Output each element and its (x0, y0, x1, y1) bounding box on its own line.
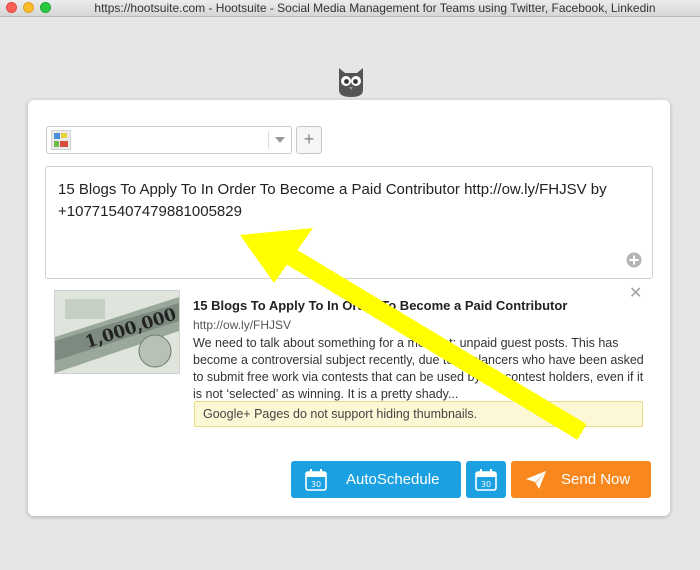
calendar-day-text: 30 (481, 480, 491, 489)
add-attachment-icon[interactable] (626, 252, 642, 268)
window-titlebar: https://hootsuite.com - Hootsuite - Soci… (0, 0, 700, 17)
minimize-window-button[interactable] (23, 2, 34, 13)
preview-thumbnail: 1,000,000 (54, 290, 180, 374)
send-now-label: Send Now (561, 471, 631, 488)
thumbnail-notice: Google+ Pages do not support hiding thum… (194, 401, 643, 427)
autoschedule-button[interactable]: 30 AutoSchedule (291, 461, 461, 498)
zoom-window-button[interactable] (40, 2, 51, 13)
compose-card: + 15 Blogs To Apply To In Order To Becom… (28, 100, 670, 516)
profile-selector[interactable] (46, 126, 292, 154)
paper-plane-icon (526, 471, 546, 489)
window-title: https://hootsuite.com - Hootsuite - Soci… (94, 1, 656, 15)
dollar-bill-image: 1,000,000 (55, 291, 179, 373)
preview-url: http://ow.ly/FHJSV (193, 318, 292, 332)
chevron-down-icon[interactable] (275, 137, 285, 143)
send-now-button[interactable]: Send Now (511, 461, 651, 498)
preview-title: 15 Blogs To Apply To In Order To Become … (193, 298, 568, 313)
schedule-button[interactable]: 30 (466, 461, 506, 498)
close-window-button[interactable] (6, 2, 17, 13)
hootsuite-owl-logo (339, 68, 363, 97)
preview-description: We need to talk about something for a mo… (193, 336, 644, 401)
calendar-day-text: 30 (311, 480, 321, 489)
calendar-auto-icon: 30 (305, 469, 327, 491)
autoschedule-label: AutoSchedule (346, 471, 440, 488)
message-input[interactable]: 15 Blogs To Apply To In Order To Become … (45, 166, 653, 279)
close-preview-icon[interactable]: ✕ (629, 286, 642, 302)
add-profile-button[interactable]: + (296, 126, 322, 154)
calendar-icon: 30 (475, 469, 497, 491)
profile-avatar-icon (51, 130, 71, 150)
dropdown-divider (268, 131, 269, 149)
